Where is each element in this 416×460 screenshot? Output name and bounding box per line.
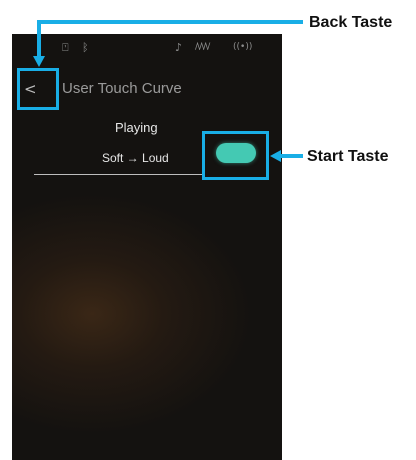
mode-label: Playing — [115, 120, 158, 135]
back-leader-horizontal — [37, 20, 303, 24]
start-button-highlight — [202, 131, 269, 180]
back-taste-callout: Back Taste — [309, 14, 393, 31]
usb-icon: ⍞ — [62, 41, 69, 54]
bluetooth-icon: ᛒ — [82, 41, 89, 54]
start-leader-horizontal — [279, 154, 303, 158]
status-bar: ⍞ ᛒ ♪ /\/\/\/ ((•)) — [12, 34, 282, 62]
back-button-highlight — [17, 68, 59, 110]
back-arrowhead — [33, 56, 45, 67]
page-title: User Touch Curve — [62, 80, 182, 97]
curve-label: Soft → Loud — [102, 151, 169, 165]
start-taste-callout: Start Taste — [307, 148, 389, 165]
wireless-icon: ((•)) — [233, 42, 253, 52]
back-leader-vertical — [37, 20, 41, 58]
microphone-icon: ♪ — [175, 41, 183, 54]
divider — [34, 174, 202, 175]
start-arrowhead — [270, 150, 281, 162]
audio-wave-icon: /\/\/\/ — [195, 42, 210, 52]
